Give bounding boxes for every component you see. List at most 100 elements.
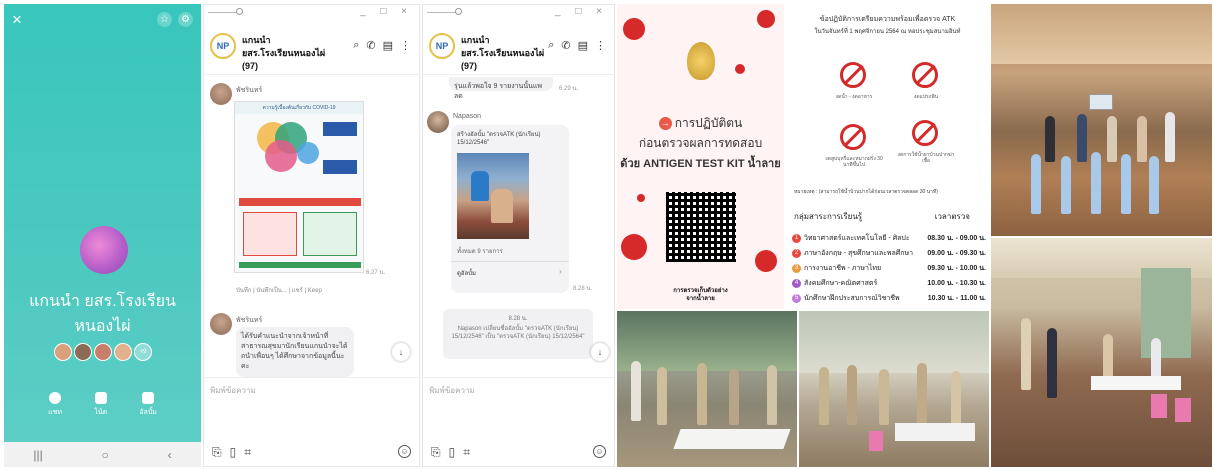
poster-subheading-2: ด้วย ANTIGEN TEST KIT น้ำลาย — [620, 158, 781, 170]
pin-slider-handle[interactable] — [455, 8, 462, 15]
member-avatar — [54, 343, 72, 361]
schedule-row: 5 นักศึกษาฝึกประสบการณ์วิชาชีพ 10.30 น. … — [792, 293, 986, 304]
photo-person — [1165, 112, 1175, 162]
top-icons: ☆ ⚙ — [157, 12, 193, 27]
more-icon[interactable]: ⋮ — [595, 39, 606, 52]
photo-person — [1149, 156, 1159, 214]
call-icon[interactable]: ✆ — [366, 39, 375, 52]
photo-testing-area-2 — [799, 311, 989, 467]
window-controls[interactable]: _ □ × — [555, 6, 608, 17]
qr-code[interactable] — [666, 192, 736, 262]
photo-person — [697, 363, 707, 425]
search-icon[interactable]: ⌕ — [353, 39, 359, 52]
poster-heading-text: การปฏิบัติตน — [674, 116, 743, 130]
photo-person — [917, 363, 927, 425]
android-nav-bar: ||| ○ ‹ — [4, 442, 201, 467]
photo-person — [729, 369, 739, 425]
member-avatars[interactable]: +9 — [54, 343, 152, 361]
virus-icon — [637, 194, 645, 202]
home-icon[interactable]: ○ — [102, 448, 109, 462]
sign-label: งดน้ำ - งดอาหาร — [835, 94, 873, 100]
call-icon[interactable]: ✆ — [561, 39, 570, 52]
chat-title: แกนนำ ยสร.โรงเรียนหนองไผ่ (97) — [461, 34, 561, 73]
group-name: แกนนำ ยสร.โรงเรียน หนองไผ่ — [4, 289, 201, 339]
group-logo: NP — [429, 33, 455, 59]
sender-avatar — [427, 111, 449, 133]
scroll-down-button[interactable]: ↓ — [591, 343, 609, 361]
star-icon[interactable]: ☆ — [157, 12, 172, 27]
scroll-down-button[interactable]: ↓ — [392, 343, 410, 361]
message-time: 6.27 น. — [366, 270, 386, 276]
crop-icon[interactable]: ⌗ — [463, 445, 470, 460]
attach-icon[interactable]: ⎘ — [431, 445, 441, 460]
image-actions[interactable]: บันทึก | บันทึกเป็น... | แชร์ | Keep — [236, 285, 376, 295]
schedule-row: 2 ภาษาอังกฤษ - สุขศึกษาและพลศึกษา 09.00 … — [792, 248, 986, 259]
pin-slider-handle[interactable] — [236, 8, 243, 15]
system-message-time: 8.28 น. — [508, 316, 528, 322]
system-message-text: Napason เปลี่ยนชื่ออัลบั้ม "ตรวจATK (นัก… — [451, 326, 585, 340]
message-time: 8.28 น. — [573, 286, 593, 292]
row-group: ภาษาอังกฤษ - สุขศึกษาและพลศึกษา — [804, 250, 913, 257]
header-icons: ⌕ ✆ ▤ ⋮ — [548, 39, 606, 52]
sender-avatar — [210, 313, 232, 335]
view-album-link[interactable]: ดูอัลบั้ม — [457, 269, 476, 279]
photo-figure — [491, 189, 513, 223]
no-food-sign-icon — [840, 62, 866, 88]
row-number: 4 — [792, 279, 801, 288]
row-group: นักศึกษาฝึกประสบการณ์วิชาชีพ — [804, 295, 900, 302]
photo-window — [617, 311, 797, 371]
photo-person — [1045, 116, 1055, 162]
emoji-icon[interactable]: ☺ — [593, 445, 606, 458]
attach-icon[interactable]: ⎘ — [212, 445, 222, 460]
back-icon[interactable]: ‹ — [168, 448, 172, 462]
chat-window-1: _ □ × NP แกนนำ ยสร.โรงเรียนหนองไผ่ (97) … — [203, 4, 420, 467]
bookmark-icon[interactable]: ▯ — [230, 445, 237, 460]
message-bubble[interactable]: รุ่นแล้วพอใจ 9 รายงานนั้นแพลด — [449, 77, 553, 100]
chat-window-2: _ □ × NP แกนนำ ยสร.โรงเรียนหนองไผ่ (97) … — [422, 4, 615, 467]
emoji-icon[interactable]: ☺ — [398, 445, 411, 458]
group-logo: NP — [210, 33, 236, 59]
row-group: การงานอาชีพ - ภาษาไทย — [804, 265, 882, 272]
section-bar — [239, 198, 361, 206]
no-mouthwash-sign-icon — [912, 120, 938, 146]
infographic-image[interactable]: ความรู้เบื้องต้นเกี่ยวกับ COVID-19 — [234, 101, 364, 273]
crop-icon[interactable]: ⌗ — [244, 445, 251, 460]
notes-icon[interactable]: ▤ — [383, 39, 393, 52]
diagram-circle — [265, 140, 297, 172]
member-avatar — [74, 343, 92, 361]
chat-title: แกนนำ ยสร.โรงเรียนหนองไผ่ (97) — [242, 34, 342, 73]
recent-apps-icon[interactable]: ||| — [33, 448, 42, 462]
schedule-header: กลุ่มสาระการเรียนรู้ เวลาตรวจ — [794, 210, 984, 223]
message-input[interactable]: พิมพ์ข้อความ — [204, 377, 419, 437]
row-group: สังคมศึกษา-คณิตศาสตร์ — [804, 280, 878, 287]
gear-icon[interactable]: ⚙ — [178, 12, 193, 27]
sign-label: งดแปรงฟัน — [913, 94, 939, 100]
photo-person — [1137, 116, 1147, 162]
member-avatar — [114, 343, 132, 361]
search-icon[interactable]: ⌕ — [548, 39, 554, 52]
window-controls[interactable]: _ □ × — [360, 6, 413, 17]
virus-icon — [755, 250, 777, 272]
photo-person — [657, 367, 667, 425]
album-action[interactable]: อัลบั้ม — [139, 392, 157, 418]
close-icon[interactable]: × — [12, 10, 22, 30]
divider — [451, 261, 569, 262]
more-icon[interactable]: ⋮ — [400, 39, 411, 52]
pin-slider — [427, 12, 457, 13]
notes-icon[interactable]: ▤ — [578, 39, 588, 52]
photo-person — [1077, 114, 1087, 162]
note-action[interactable]: โน้ต — [94, 392, 107, 418]
info-box — [323, 122, 357, 136]
photo-ceiling — [991, 4, 1212, 64]
bookmark-icon[interactable]: ▯ — [449, 445, 456, 460]
input-toolbar: ⎘ ▯ ⌗ — [431, 445, 470, 460]
chat-action[interactable]: แชท — [48, 392, 62, 418]
photo-person — [1121, 154, 1131, 214]
album-photo[interactable] — [457, 153, 529, 239]
photo-person — [1091, 152, 1101, 214]
album-card[interactable]: สร้างอัลบั้ม "ตรวจATK (นักเรียน) 15/12/2… — [451, 125, 569, 293]
message-input[interactable]: พิมพ์ข้อความ — [423, 377, 614, 437]
virus-icon — [757, 10, 775, 28]
chat-title-line1: แกนนำ — [242, 35, 271, 45]
message-bubble[interactable]: ได้รับคำแนะนำจากเจ้าหน้าที่สาธารณสุขมานั… — [236, 327, 354, 377]
